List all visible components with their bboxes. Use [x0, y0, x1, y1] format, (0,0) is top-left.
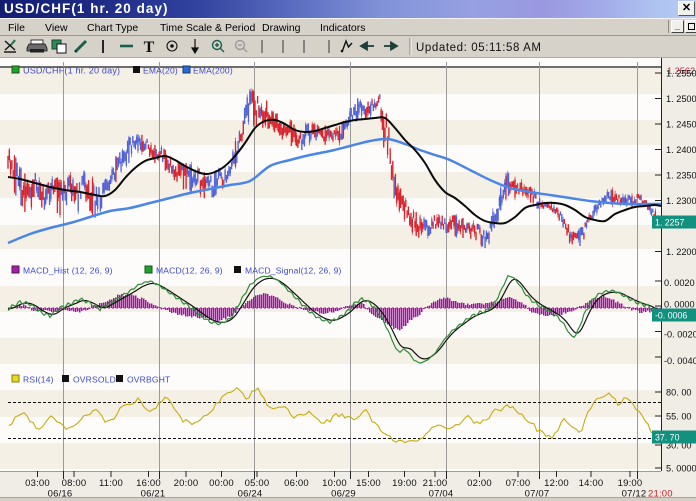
svg-text:OVRSOLD: OVRSOLD: [73, 375, 116, 385]
svg-text:05:00: 05:00: [245, 478, 270, 489]
svg-text:1. 2450: 1. 2450: [666, 120, 696, 130]
svg-text:19:00: 19:00: [618, 478, 643, 489]
svg-text:19:00: 19:00: [392, 478, 417, 489]
svg-text:02:00: 02:00: [467, 478, 492, 489]
svg-text:06:00: 06:00: [284, 478, 309, 489]
svg-text:MACD_Hist (12, 26, 9): MACD_Hist (12, 26, 9): [23, 266, 113, 276]
svg-text:03:00: 03:00: [25, 478, 50, 489]
svg-text:-0. 0040: -0. 0040: [664, 356, 696, 366]
svg-text:10:00: 10:00: [322, 478, 347, 489]
svg-text:5. 0000: 5. 0000: [666, 464, 696, 474]
svg-text:1. 2400: 1. 2400: [666, 145, 696, 155]
svg-text:RSI(14): RSI(14): [23, 375, 54, 385]
svg-text:0. 0000: 0. 0000: [664, 300, 695, 310]
svg-text:12:00: 12:00: [544, 478, 569, 489]
svg-text:T: T: [144, 39, 155, 56]
svg-text:55. 00: 55. 00: [666, 412, 692, 422]
svg-text:1. 2257: 1. 2257: [655, 218, 684, 228]
svg-text:EMA(200): EMA(200): [193, 66, 233, 76]
svg-text:1. 2200: 1. 2200: [666, 247, 696, 257]
svg-text:20:00: 20:00: [174, 478, 199, 489]
svg-text:00:00: 00:00: [209, 478, 234, 489]
svg-text:0. 0020: 0. 0020: [664, 278, 695, 288]
svg-text:07:00: 07:00: [506, 478, 531, 489]
svg-text:-0. 0006: -0. 0006: [655, 311, 687, 321]
svg-text:80. 00: 80. 00: [666, 388, 692, 398]
svg-text:-0. 0020: -0. 0020: [664, 330, 696, 340]
svg-text:1. 2500: 1. 2500: [666, 94, 696, 104]
svg-text:OVRBGHT: OVRBGHT: [127, 375, 170, 385]
svg-text:21:00: 21:00: [423, 478, 448, 489]
svg-text:EMA(20): EMA(20): [143, 66, 178, 76]
svg-text:MACD(12, 26, 9): MACD(12, 26, 9): [156, 266, 223, 276]
svg-text:08:00: 08:00: [62, 478, 87, 489]
svg-text:Updated: 05:11:58 AM: Updated: 05:11:58 AM: [416, 42, 542, 54]
svg-text:1. 2300: 1. 2300: [666, 196, 696, 206]
svg-text:USD/CHF(1 hr. 20 day): USD/CHF(1 hr. 20 day): [23, 66, 120, 76]
svg-text:37. 70: 37. 70: [655, 433, 680, 443]
svg-text:16:00: 16:00: [136, 478, 161, 489]
svg-text:1. 2350: 1. 2350: [666, 171, 696, 181]
svg-text:14:00: 14:00: [579, 478, 604, 489]
svg-text:11:00: 11:00: [99, 478, 123, 489]
svg-text:15:00: 15:00: [356, 478, 381, 489]
svg-text:1. 2550: 1. 2550: [666, 69, 696, 79]
svg-text:MACD_Signal(12, 26, 9): MACD_Signal(12, 26, 9): [245, 266, 342, 276]
